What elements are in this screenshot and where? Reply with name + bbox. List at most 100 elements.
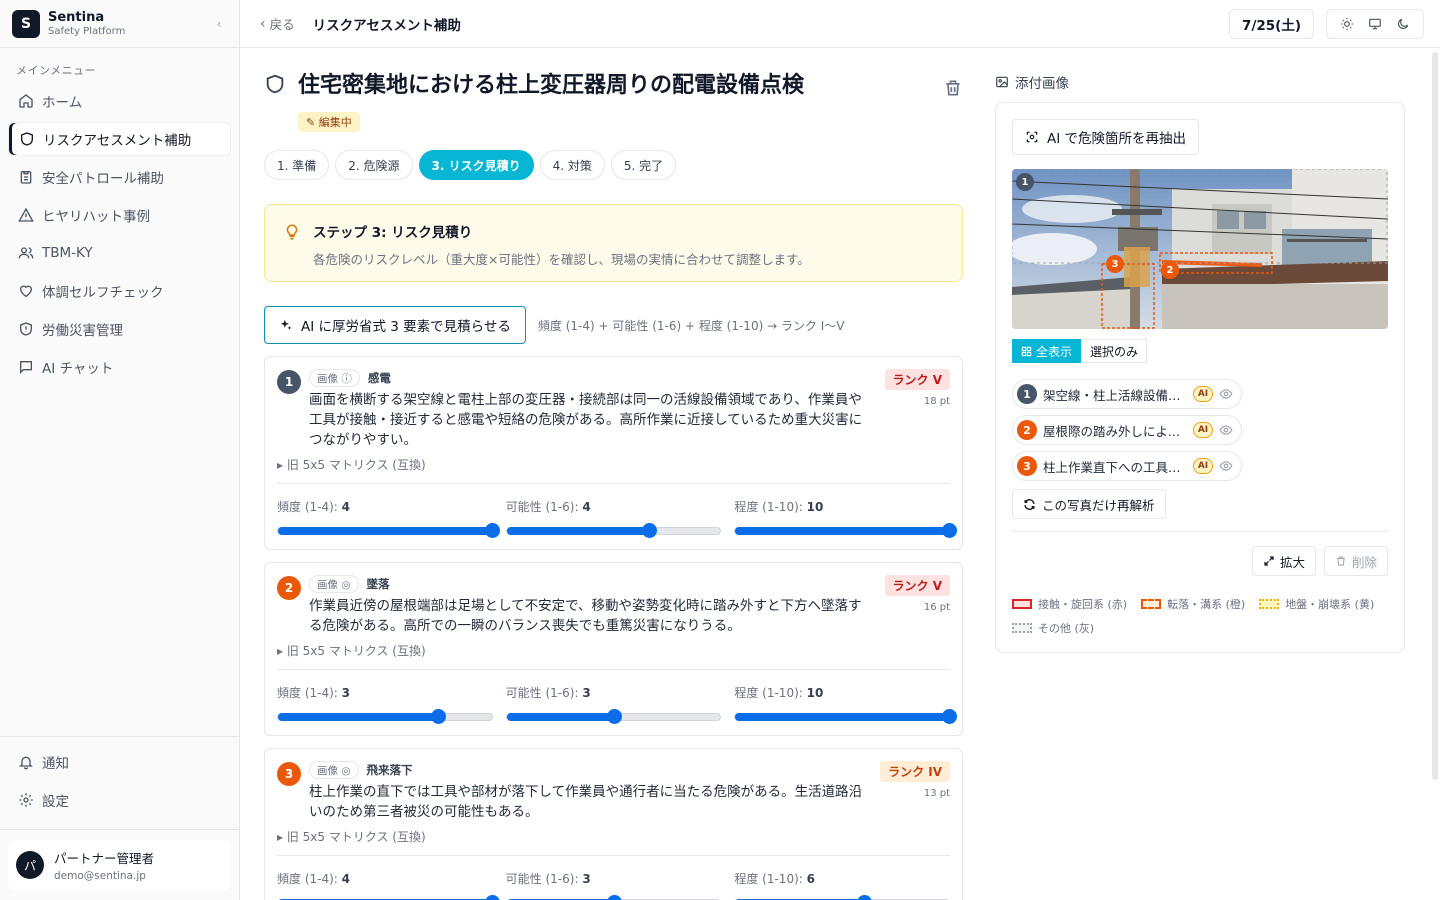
possibility-slider[interactable]: 可能性 (1-6): 3 [505, 684, 722, 724]
eye-icon[interactable] [1219, 387, 1233, 401]
site-photo[interactable]: 1 3 2 [1012, 169, 1388, 329]
severity-slider[interactable]: 程度 (1-10): 10 [734, 684, 958, 724]
sidebar-item-label: 体調セルフチェック [42, 285, 164, 301]
frequency-slider[interactable]: 頻度 (1-4): 3 [277, 684, 493, 724]
frequency-track[interactable] [277, 523, 500, 538]
image-link-chip[interactable]: 画像 ⓘ [309, 369, 360, 387]
photo-marker-2[interactable]: 2 [1161, 261, 1179, 279]
sidebar-item-health-check[interactable]: 体調セルフチェック [8, 274, 231, 308]
sidebar-item-settings[interactable]: 設定 [8, 783, 231, 817]
sidebar-item-notifications[interactable]: 通知 [8, 745, 231, 779]
sidebar-item-near-miss[interactable]: ヒヤリハット事例 [8, 198, 231, 232]
sidebar-item-accident-management[interactable]: 労働災害管理 [8, 312, 231, 346]
grid-icon [1021, 346, 1032, 356]
sidebar-item-safety-patrol[interactable]: 安全パトロール補助 [8, 160, 231, 194]
sidebar-item-label: 労働災害管理 [42, 323, 123, 339]
hazard-number: 2 [1017, 420, 1037, 440]
severity-slider[interactable]: 程度 (1-10): 6 [734, 870, 951, 900]
severity-slider[interactable]: 程度 (1-10): 10 [734, 498, 958, 538]
ai-reextract-button[interactable]: AI で危険箇所を再抽出 [1012, 119, 1200, 155]
frequency-value: 4 [341, 872, 350, 886]
legacy-matrix-toggle[interactable]: ▸ 旧 5x5 マトリクス (互換) [277, 828, 950, 845]
tab-step-complete[interactable]: 5. 完了 [610, 150, 677, 180]
frequency-thumb[interactable] [484, 523, 500, 538]
trash-icon[interactable] [943, 78, 963, 98]
delete-photo-button[interactable]: 削除 [1323, 546, 1388, 576]
tab-step-measures[interactable]: 4. 対策 [539, 150, 605, 180]
severity-track[interactable] [734, 523, 958, 538]
possibility-value: 4 [582, 500, 591, 514]
attachments-panel: 添付画像 AI で危険箇所を再抽出 1 3 2 全表示 選択のみ 1 架空線・柱… [963, 48, 1405, 900]
severity-value: 10 [806, 686, 824, 700]
display-toggle: 全表示 選択のみ [1012, 339, 1388, 363]
severity-thumb[interactable] [942, 709, 958, 724]
frequency-value: 4 [341, 500, 350, 514]
possibility-value: 3 [582, 872, 591, 886]
show-selected-toggle[interactable]: 選択のみ [1081, 339, 1148, 363]
hazard-description[interactable]: 作業員近傍の屋根端部は足場として不安定で、移動や姿勢変化時に踏み外すと下方へ墜落… [309, 596, 874, 636]
eye-icon[interactable] [1219, 423, 1233, 437]
frequency-thumb[interactable] [431, 709, 447, 724]
image-link-chip[interactable]: 画像 ◎ [309, 575, 359, 593]
tab-step-risk-estimation[interactable]: 3. リスク見積り [418, 150, 534, 180]
possibility-label: 可能性 (1-6): 3 [505, 872, 591, 886]
hazard-label: 架空線・柱上活線設備へ... [1043, 387, 1189, 403]
possibility-fill [506, 527, 650, 535]
sidebar-collapse-button[interactable]: ‹ [211, 17, 227, 31]
sidebar-item-label: ホーム [42, 95, 83, 111]
hazard-category: 感電 [367, 371, 391, 385]
back-button[interactable]: ‹ 戻る [260, 14, 295, 33]
legacy-matrix-toggle[interactable]: ▸ 旧 5x5 マトリクス (互換) [277, 642, 950, 659]
date-button[interactable]: 7/25(土) [1229, 8, 1314, 39]
photo-hazard-item-2[interactable]: 2 屋根際の踏み外しによる... AI [1012, 415, 1242, 445]
expand-button[interactable]: 拡大 [1251, 546, 1316, 576]
home-icon [19, 94, 33, 108]
photo-hazard-item-1[interactable]: 1 架空線・柱上活線設備へ... AI [1012, 379, 1242, 409]
frequency-slider[interactable]: 頻度 (1-4): 4 [277, 498, 500, 538]
show-all-toggle[interactable]: 全表示 [1012, 339, 1082, 363]
possibility-thumb[interactable] [606, 895, 622, 900]
user-menu[interactable]: パ パートナー管理者 demo@sentina.jp [8, 840, 231, 890]
reanalyze-photo-button[interactable]: この写真だけ再解析 [1012, 489, 1166, 519]
possibility-thumb[interactable] [606, 709, 622, 724]
severity-track[interactable] [734, 709, 958, 724]
sidebar-item-tbm-ky[interactable]: TBM-KY [8, 236, 231, 270]
severity-label: 程度 (1-10): 10 [734, 500, 824, 514]
tab-step-prepare[interactable]: 1. 準備 [264, 150, 330, 180]
frequency-track[interactable] [277, 709, 493, 724]
hazard-category: 飛来落下 [366, 763, 413, 777]
hazard-description[interactable]: 柱上作業の直下では工具や部材が落下して作業員や通行者に当たる危険がある。生活道路… [309, 782, 874, 822]
hint-body: 各危険のリスクレベル（重大度×可能性）を確認し、現場の実情に合わせて調整します。 [313, 252, 810, 267]
step-tabs: 1. 準備 2. 危険源 3. リスク見積り 4. 対策 5. 完了 [264, 150, 963, 180]
possibility-thumb[interactable] [642, 523, 658, 538]
theme-dark-button[interactable] [1389, 17, 1417, 31]
image-link-chip[interactable]: 画像 ◎ [309, 761, 359, 779]
photo-hazard-item-3[interactable]: 3 柱上作業直下への工具・... AI [1012, 451, 1242, 481]
scrollbar[interactable] [1432, 52, 1438, 780]
possibility-slider[interactable]: 可能性 (1-6): 3 [505, 870, 722, 900]
hazard-description[interactable]: 画面を横断する架空線と電柱上部の変圧器・接続部は同一の活線設備領域であり、作業員… [309, 390, 874, 450]
brand-logo[interactable]: S [12, 9, 40, 38]
frequency-slider[interactable]: 頻度 (1-4): 4 [277, 870, 500, 900]
theme-system-button[interactable] [1361, 17, 1389, 31]
severity-thumb[interactable] [942, 523, 958, 538]
legacy-matrix-toggle[interactable]: ▸ 旧 5x5 マトリクス (互換) [277, 456, 950, 473]
frequency-thumb[interactable] [484, 895, 500, 900]
severity-thumb[interactable] [856, 895, 872, 900]
moon-icon [1398, 18, 1409, 29]
photo-marker-3[interactable]: 3 [1106, 255, 1124, 273]
tab-step-hazards[interactable]: 2. 危険源 [335, 150, 413, 180]
sidebar-item-risk-assessment[interactable]: リスクアセスメント補助 [8, 122, 231, 156]
heart-icon [19, 285, 33, 298]
ai-estimate-button[interactable]: AI に厚労省式 3 要素で見積らせる [264, 306, 526, 344]
possibility-track[interactable] [505, 709, 722, 724]
possibility-slider[interactable]: 可能性 (1-6): 4 [505, 498, 722, 538]
sidebar-item-home[interactable]: ホーム [8, 84, 231, 118]
possibility-fill [506, 713, 614, 721]
eye-icon[interactable] [1219, 459, 1233, 473]
photo-marker-1[interactable]: 1 [1016, 173, 1034, 191]
possibility-track[interactable] [505, 523, 722, 538]
sidebar-item-ai-chat[interactable]: AI チャット [8, 350, 231, 384]
theme-light-button[interactable] [1333, 17, 1361, 31]
legend-label: その他 (灰) [1038, 622, 1095, 635]
